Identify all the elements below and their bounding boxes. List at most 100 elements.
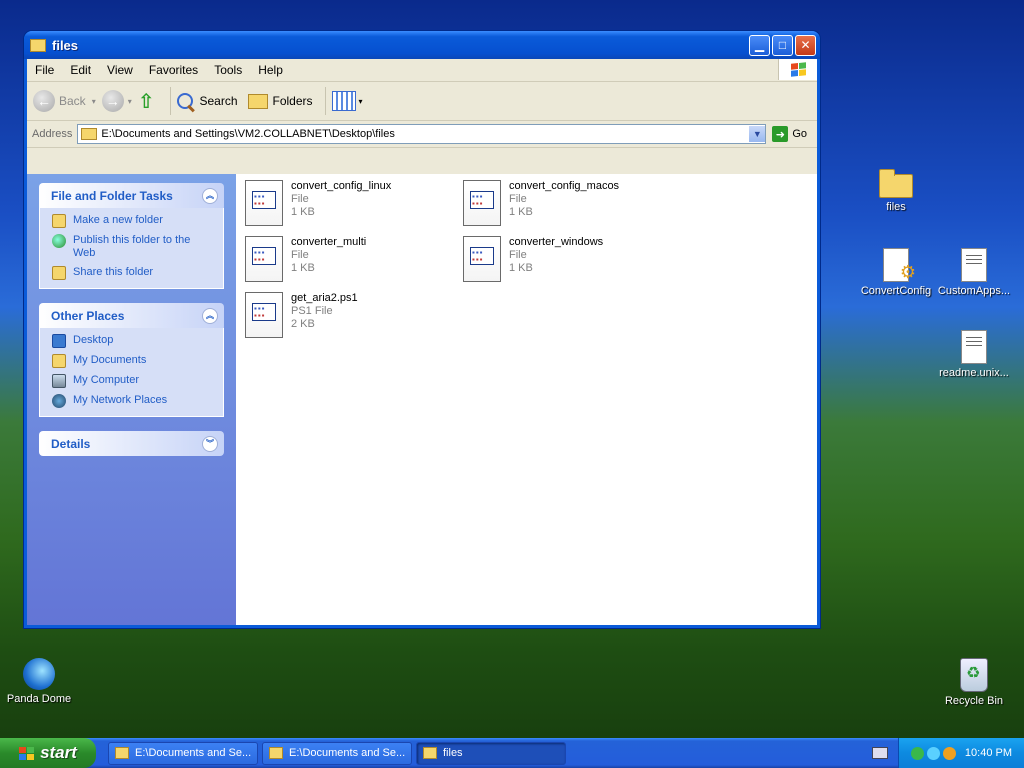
text-file-icon (961, 330, 987, 364)
text-file-icon (961, 248, 987, 282)
forward-arrow-icon: → (101, 90, 124, 112)
expand-chevron-icon[interactable]: ︾ (202, 435, 218, 452)
desktop-icon-files[interactable]: files (853, 166, 939, 213)
taskbar-item[interactable]: E:\Documents and Se... (108, 741, 258, 765)
file-type: File (509, 193, 527, 205)
taskbar-item[interactable]: files (416, 741, 566, 765)
web-publish-icon (52, 234, 66, 248)
security-icon[interactable] (910, 746, 924, 760)
file-size: 1 KB (291, 206, 315, 218)
clock[interactable]: 10:40 PM (965, 747, 1012, 759)
desktop-icon-recycle-bin[interactable]: Recycle Bin (931, 658, 1017, 707)
panel-title: File and Folder Tasks (51, 188, 173, 203)
window-title: files (52, 37, 79, 53)
taskbar-item[interactable]: E:\Documents and Se... (262, 741, 412, 765)
folder-icon (30, 38, 46, 52)
notepad-icon (115, 747, 129, 759)
back-arrow-icon: ← (33, 90, 55, 112)
address-dropdown-icon[interactable]: ▼ (749, 126, 766, 142)
desktop-link[interactable]: Desktop (52, 334, 213, 348)
link-label: My Computer (73, 374, 140, 386)
file-name: converter_multi (291, 236, 367, 248)
other-places-header[interactable]: Other Places ︽ (39, 303, 224, 328)
address-label: Address (32, 128, 73, 140)
window-titlebar[interactable]: files ▁ □ ✕ (24, 31, 820, 59)
share-folder-link[interactable]: Share this folder (52, 266, 213, 280)
folder-icon (81, 128, 98, 140)
desktop-icon-label: readme.unix... (939, 367, 1009, 379)
desktop-icon-readme[interactable]: readme.unix... (931, 330, 1017, 379)
toolbar: ← Back ▾ → ▾ ⇧ Search Folders ▾ (27, 82, 817, 121)
file-size: 1 KB (509, 262, 533, 274)
details-panel: Details ︾ (39, 431, 224, 456)
up-folder-button[interactable]: ⇧ (138, 89, 159, 114)
file-size: 1 KB (291, 262, 315, 274)
notepad-icon (269, 747, 283, 759)
back-button[interactable]: ← Back ▾ (33, 90, 96, 112)
file-item[interactable]: get_aria2.ps1 PS1 File 2 KB (245, 292, 455, 338)
desktop-icon-label: Panda Dome (6, 693, 72, 705)
task-pane: File and Folder Tasks ︽ Make a new folde… (27, 174, 236, 625)
file-name: convert_config_macos (509, 180, 620, 192)
file-item[interactable]: convert_config_linux File 1 KB (245, 180, 455, 226)
address-bar: Address E:\Documents and Settings\VM2.CO… (27, 121, 817, 148)
folders-label: Folders (272, 94, 313, 108)
menu-favorites[interactable]: Favorites (141, 63, 206, 77)
menu-file[interactable]: File (27, 63, 62, 77)
file-list: convert_config_linux File 1 KB convert_c… (236, 174, 817, 625)
desktop-icon (52, 334, 66, 348)
file-folder-tasks-panel: File and Folder Tasks ︽ Make a new folde… (39, 183, 224, 289)
keyboard-icon[interactable] (872, 747, 888, 759)
menu-tools[interactable]: Tools (206, 63, 250, 77)
my-network-places-link[interactable]: My Network Places (52, 394, 213, 408)
forward-button[interactable]: → ▾ (101, 90, 132, 112)
system-tray: 10:40 PM (898, 738, 1024, 768)
start-button[interactable]: start (0, 738, 96, 768)
search-tray-icon[interactable] (942, 746, 956, 760)
executable-file-icon (245, 180, 283, 226)
collapse-chevron-icon[interactable]: ︽ (202, 307, 218, 324)
executable-file-icon (463, 236, 501, 282)
maximize-button[interactable]: □ (772, 34, 793, 56)
file-item[interactable]: convert_config_macos File 1 KB (463, 180, 673, 226)
details-header[interactable]: Details ︾ (39, 431, 224, 456)
file-name: convert_config_linux (291, 180, 392, 192)
folders-button[interactable]: Folders (247, 93, 313, 109)
link-label: Make a new folder (73, 214, 163, 226)
make-new-folder-link[interactable]: Make a new folder (52, 214, 213, 228)
search-button[interactable]: Search (177, 93, 238, 109)
search-icon (177, 93, 194, 109)
desktop-icon-label: CustomApps... (937, 285, 1011, 297)
windows-logo-icon (19, 746, 35, 760)
executable-file-icon (245, 292, 283, 338)
desktop-icon-customapps[interactable]: CustomApps... (931, 248, 1017, 297)
file-name: converter_windows (509, 236, 604, 248)
go-button[interactable]: ➜ Go (766, 126, 817, 142)
my-documents-link[interactable]: My Documents (52, 354, 213, 368)
taskbar-item-label: E:\Documents and Se... (289, 747, 406, 759)
file-item[interactable]: converter_multi File 1 KB (245, 236, 455, 282)
network-status-icon[interactable] (926, 746, 940, 760)
collapse-chevron-icon[interactable]: ︽ (202, 187, 218, 204)
link-label: Desktop (73, 334, 114, 346)
file-folder-tasks-header[interactable]: File and Folder Tasks ︽ (39, 183, 224, 208)
desktop-icon-convertconfig[interactable]: ConvertConfig (853, 248, 939, 297)
views-button[interactable]: ▾ (331, 91, 363, 111)
minimize-button[interactable]: ▁ (749, 34, 770, 56)
panda-dome-icon (23, 658, 55, 690)
dropdown-arrow-icon: ▾ (91, 96, 96, 106)
file-type: File (291, 193, 309, 205)
menu-help[interactable]: Help (250, 63, 291, 77)
desktop-icon-panda-dome[interactable]: Panda Dome (0, 658, 82, 705)
my-computer-link[interactable]: My Computer (52, 374, 213, 388)
menu-view[interactable]: View (99, 63, 141, 77)
network-icon (52, 394, 66, 408)
taskbar-item-label: files (443, 747, 463, 759)
close-button[interactable]: ✕ (795, 34, 816, 56)
address-input[interactable]: E:\Documents and Settings\VM2.COLLABNET\… (77, 124, 767, 144)
explorer-window[interactable]: files ▁ □ ✕ File Edit View Favorites Too… (24, 31, 820, 628)
menu-edit[interactable]: Edit (62, 63, 99, 77)
publish-to-web-link[interactable]: Publish this folder to the Web (52, 234, 213, 260)
windows-logo-icon (778, 59, 817, 80)
file-item[interactable]: converter_windows File 1 KB (463, 236, 673, 282)
